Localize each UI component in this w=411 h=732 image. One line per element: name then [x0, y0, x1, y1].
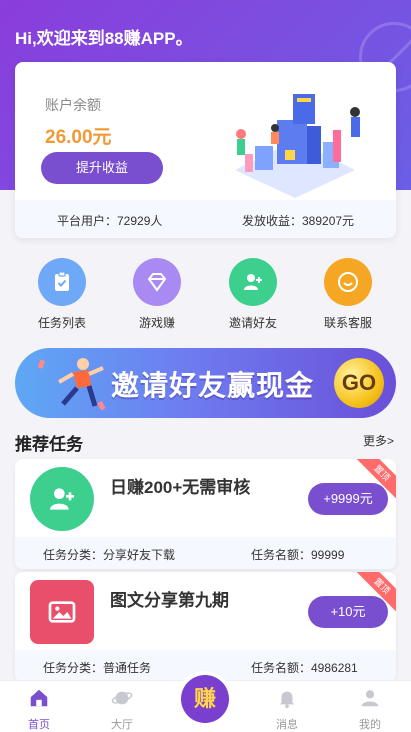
- nav-label: 联系客服: [323, 316, 372, 330]
- balance-label: 账户余额: [45, 97, 101, 113]
- tab-hall[interactable]: 大厅: [92, 687, 152, 732]
- add-user-icon: [30, 467, 94, 531]
- task-title: 图文分享第九期: [110, 591, 229, 610]
- city-illustration: [235, 94, 360, 198]
- balance-amount: 26.00元: [45, 127, 112, 148]
- task-reward-button[interactable]: +9999元: [308, 483, 388, 515]
- go-button[interactable]: GO: [334, 358, 384, 408]
- nav-label: 游戏赚: [138, 316, 175, 330]
- image-icon: [30, 580, 94, 644]
- smile-icon: [324, 258, 372, 306]
- payout-total: 发放收益：389207元: [242, 214, 355, 228]
- task-meta: 任务分类：分享好友下载 任务名额：99999: [15, 537, 396, 569]
- invite-banner[interactable]: 邀请好友赢现金 GO: [15, 348, 396, 418]
- nav-label: 邀请好友: [228, 316, 277, 330]
- tab-earn[interactable]: 赚: [181, 675, 229, 723]
- task-quota: 任务名额：99999: [251, 548, 345, 562]
- add-user-icon: [229, 258, 277, 306]
- more-link[interactable]: 更多>: [363, 432, 394, 449]
- nav-invite-friends[interactable]: 邀请好友: [208, 258, 298, 331]
- withdraw-button[interactable]: 提升收益: [41, 152, 163, 184]
- task-icon-wrapper: [30, 467, 94, 531]
- tab-messages[interactable]: 消息: [257, 687, 317, 732]
- task-card[interactable]: 图文分享第九期 +10元 置顶 任务分类：普通任务 任务名额：4986281: [15, 572, 396, 682]
- tab-label: 我的: [359, 719, 381, 731]
- task-card[interactable]: 日赚200+无需审核 +9999元 置顶 任务分类：分享好友下载 任务名额：99…: [15, 459, 396, 569]
- platform-stats: 平台用户：72929人 发放收益：389207元: [15, 200, 396, 238]
- nav-contact-service[interactable]: 联系客服: [303, 258, 393, 331]
- runner-illustration: [37, 358, 106, 411]
- greeting-text: Hi,欢迎来到88赚APP。: [15, 29, 193, 48]
- nav-label: 任务列表: [37, 316, 86, 330]
- task-quota: 任务名额：4986281: [251, 661, 358, 675]
- tab-label: 首页: [28, 719, 50, 731]
- platform-users: 平台用户：72929人: [57, 214, 163, 228]
- task-icon-wrapper: [30, 580, 94, 644]
- tab-label: 消息: [276, 719, 298, 731]
- quick-nav: 任务列表 游戏赚 邀请好友 联系客服: [0, 258, 411, 338]
- bottom-tab-bar: 首页 大厅 赚 消息 我的: [0, 675, 411, 732]
- home-icon: [30, 689, 48, 707]
- user-icon: [361, 690, 379, 707]
- tab-profile[interactable]: 我的: [340, 687, 400, 732]
- balance-card: 账户余额 26.00元 提升收益 平台用户：72929人 发放收益：389207…: [15, 62, 396, 238]
- task-title: 日赚200+无需审核: [110, 478, 251, 497]
- nav-task-list[interactable]: 任务列表: [17, 258, 107, 331]
- section-title: 推荐任务: [15, 435, 83, 454]
- clipboard-icon: [38, 258, 86, 306]
- planet-icon: [111, 691, 133, 705]
- tab-label: 大厅: [111, 719, 133, 731]
- diamond-icon: [133, 258, 181, 306]
- tab-home[interactable]: 首页: [9, 687, 69, 732]
- nav-game-earn[interactable]: 游戏赚: [112, 258, 202, 331]
- bell-icon: [279, 691, 295, 709]
- task-category: 任务分类：分享好友下载: [43, 548, 176, 562]
- task-category: 任务分类：普通任务: [43, 661, 152, 675]
- task-reward-button[interactable]: +10元: [308, 596, 388, 628]
- banner-title: 邀请好友赢现金: [111, 370, 315, 401]
